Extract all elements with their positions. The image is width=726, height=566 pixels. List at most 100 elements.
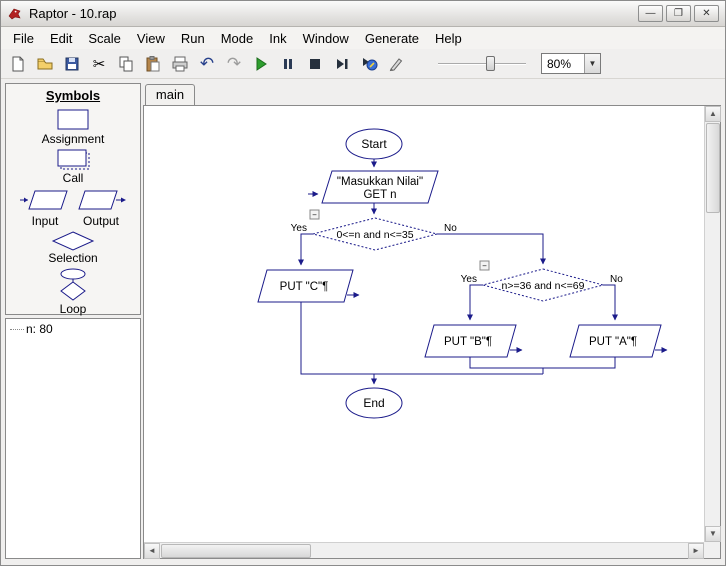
minimize-button[interactable]: — bbox=[638, 5, 663, 22]
step-icon bbox=[337, 58, 348, 69]
close-icon: ✕ bbox=[702, 8, 711, 19]
selection1-condition: 0<=n and n<=35 bbox=[336, 229, 413, 241]
raptor-app-icon bbox=[8, 8, 21, 19]
vertical-scroll-thumb[interactable] bbox=[706, 123, 720, 213]
pause-button[interactable] bbox=[275, 51, 301, 77]
run-to-button[interactable] bbox=[356, 51, 382, 77]
symbols-header: Symbols bbox=[45, 88, 101, 103]
symbol-output[interactable]: Output bbox=[75, 187, 127, 228]
run-to-icon bbox=[363, 57, 378, 70]
symbol-selection[interactable]: Selection bbox=[6, 230, 140, 265]
run-icon bbox=[256, 56, 267, 71]
collapse-minus-icon: − bbox=[482, 262, 487, 271]
copy-button[interactable] bbox=[113, 51, 139, 77]
symbol-assignment[interactable]: Assignment bbox=[6, 107, 140, 146]
run-button[interactable] bbox=[248, 51, 274, 77]
redo-button[interactable]: ↷ bbox=[221, 51, 247, 77]
menu-item-generate[interactable]: Generate bbox=[357, 29, 427, 48]
zoom-slider-track bbox=[438, 62, 526, 65]
output-icon bbox=[78, 190, 126, 210]
watch-variable-n[interactable]: n: 80 bbox=[10, 322, 136, 336]
watch-variable-label: n: 80 bbox=[26, 322, 53, 336]
symbol-call[interactable]: Call bbox=[6, 148, 140, 185]
save-icon bbox=[65, 57, 79, 70]
symbol-loop[interactable]: Loop bbox=[6, 267, 140, 316]
scroll-down-button[interactable]: ▼ bbox=[705, 526, 721, 542]
selection2-no-label: No bbox=[610, 274, 623, 285]
output-put-c-shape[interactable]: PUT "C"¶ bbox=[257, 269, 354, 303]
menu-item-mode[interactable]: Mode bbox=[213, 29, 262, 48]
main-area: main Start "Masukkan Nilai" GET n 0<=n a… bbox=[143, 83, 721, 559]
menu-item-edit[interactable]: Edit bbox=[42, 29, 80, 48]
maximize-icon: ❐ bbox=[674, 8, 683, 19]
scroll-right-button[interactable]: ► bbox=[688, 543, 704, 559]
vertical-scrollbar[interactable]: ▲ ▼ bbox=[704, 106, 721, 542]
paste-icon bbox=[146, 55, 160, 71]
stop-icon bbox=[310, 58, 320, 69]
open-button[interactable] bbox=[32, 51, 58, 77]
arrow-up-icon: ▲ bbox=[709, 109, 717, 118]
selection1-shape[interactable]: 0<=n and n<=35 bbox=[312, 217, 438, 251]
new-button[interactable] bbox=[5, 51, 31, 77]
collapse-minus-icon: − bbox=[312, 211, 317, 220]
symbol-output-label: Output bbox=[82, 214, 120, 228]
zoom-dropdown-button[interactable]: ▼ bbox=[584, 54, 600, 73]
zoom-value: 80% bbox=[547, 56, 572, 71]
selection1-collapse-button[interactable]: − bbox=[309, 209, 320, 220]
pen-button[interactable] bbox=[383, 51, 409, 77]
close-button[interactable]: ✕ bbox=[694, 5, 719, 22]
zoom-combobox[interactable]: 80% ▼ bbox=[541, 53, 601, 74]
step-button[interactable] bbox=[329, 51, 355, 77]
new-icon bbox=[12, 56, 24, 71]
selection1-yes-label: Yes bbox=[291, 223, 307, 234]
cut-button[interactable]: ✂ bbox=[86, 51, 112, 77]
menu-item-window[interactable]: Window bbox=[295, 29, 357, 48]
arrow-right-icon: ► bbox=[692, 546, 700, 555]
menu-item-view[interactable]: View bbox=[129, 29, 173, 48]
chevron-down-icon: ▼ bbox=[588, 59, 597, 68]
output-put-a-shape[interactable]: PUT "A"¶ bbox=[569, 324, 662, 358]
pause-icon bbox=[284, 58, 292, 69]
menu-item-ink[interactable]: Ink bbox=[261, 29, 294, 48]
loop-icon bbox=[60, 268, 86, 301]
menu-item-file[interactable]: File bbox=[5, 29, 42, 48]
maximize-button[interactable]: ❐ bbox=[666, 5, 691, 22]
input-text-line2: GET n bbox=[363, 189, 396, 201]
paste-button[interactable] bbox=[140, 51, 166, 77]
watch-panel: n: 80 bbox=[5, 318, 141, 559]
start-shape[interactable]: Start bbox=[345, 128, 403, 160]
input-get-shape[interactable]: "Masukkan Nilai" GET n bbox=[321, 170, 439, 204]
minimize-icon: — bbox=[645, 8, 656, 19]
undo-button[interactable]: ↶ bbox=[194, 51, 220, 77]
title-bar[interactable]: Raptor - 10.rap — ❐ ✕ bbox=[1, 1, 725, 27]
open-icon bbox=[37, 58, 53, 69]
horizontal-scrollbar[interactable]: ◄ ► bbox=[144, 542, 704, 559]
tab-bar: main bbox=[143, 83, 721, 105]
symbol-input-label: Input bbox=[31, 214, 59, 228]
put-b-label: PUT "B"¶ bbox=[444, 336, 492, 348]
canvas-container: Start "Masukkan Nilai" GET n 0<=n and n<… bbox=[143, 105, 721, 559]
symbol-call-label: Call bbox=[62, 171, 84, 185]
tab-main[interactable]: main bbox=[145, 84, 195, 105]
menu-item-scale[interactable]: Scale bbox=[80, 29, 129, 48]
flowchart-canvas[interactable]: Start "Masukkan Nilai" GET n 0<=n and n<… bbox=[144, 106, 704, 542]
stop-button[interactable] bbox=[302, 51, 328, 77]
scroll-left-button[interactable]: ◄ bbox=[144, 543, 160, 559]
input-icon bbox=[20, 190, 68, 210]
scroll-up-button[interactable]: ▲ bbox=[705, 106, 721, 122]
output-put-b-shape[interactable]: PUT "B"¶ bbox=[424, 324, 517, 358]
zoom-slider[interactable] bbox=[438, 54, 526, 74]
arrow-down-icon: ▼ bbox=[709, 529, 717, 538]
print-button[interactable] bbox=[167, 51, 193, 77]
horizontal-scroll-thumb[interactable] bbox=[161, 544, 311, 558]
raptor-window: Raptor - 10.rap — ❐ ✕ File Edit Scale Vi… bbox=[0, 0, 726, 566]
menu-item-help[interactable]: Help bbox=[427, 29, 470, 48]
selection2-collapse-button[interactable]: − bbox=[479, 260, 490, 271]
end-label: End bbox=[363, 396, 384, 410]
save-button[interactable] bbox=[59, 51, 85, 77]
symbol-input[interactable]: Input bbox=[19, 187, 71, 228]
selection2-shape[interactable]: n>=36 and n<=69 bbox=[481, 268, 605, 302]
zoom-slider-handle[interactable] bbox=[486, 55, 495, 71]
end-shape[interactable]: End bbox=[345, 387, 403, 419]
menu-item-run[interactable]: Run bbox=[173, 29, 213, 48]
